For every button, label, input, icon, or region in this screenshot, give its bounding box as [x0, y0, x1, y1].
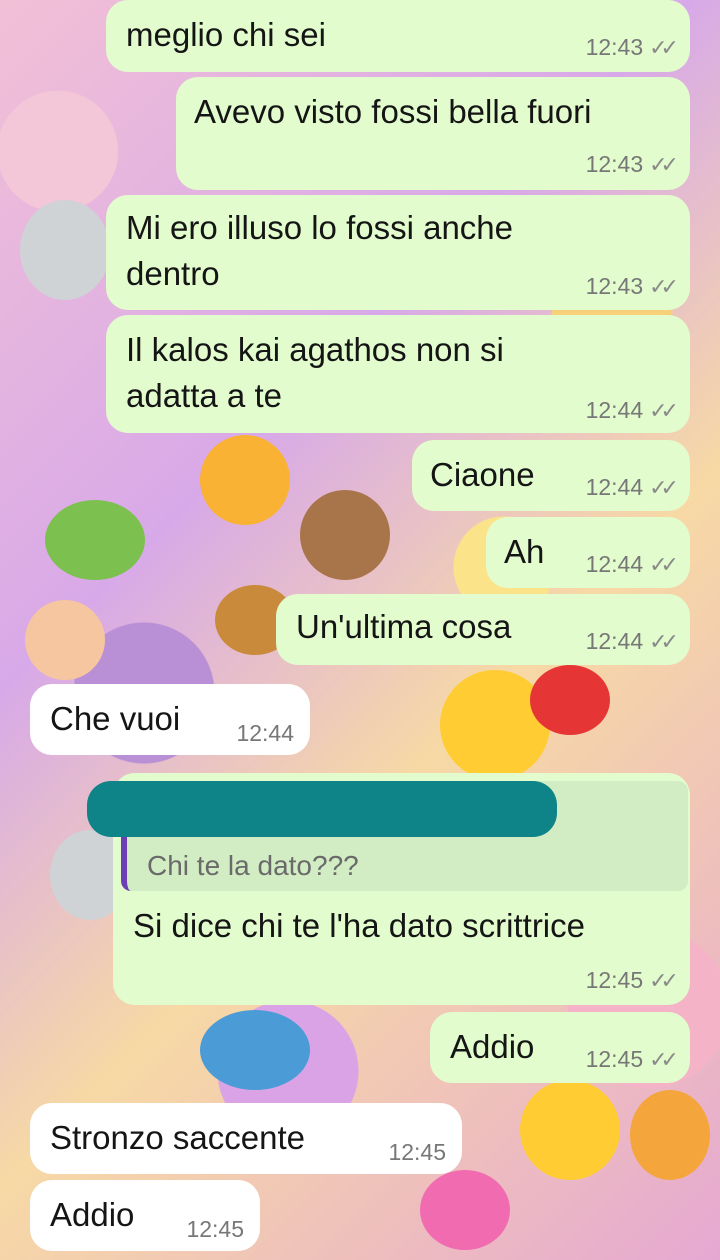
- read-ticks-icon: ✓✓: [649, 629, 679, 654]
- message-text: Che vuoi: [50, 700, 181, 737]
- message-bubble-outgoing[interactable]: meglio chi sei 12:43 ✓✓: [106, 0, 690, 72]
- alien-emoji-icon: [20, 200, 110, 300]
- message-bubble-outgoing[interactable]: Addio 12:45 ✓✓: [430, 1012, 690, 1083]
- message-text: Un'ultima cosa: [296, 608, 512, 645]
- read-ticks-icon: ✓✓: [649, 552, 679, 577]
- message-bubble-outgoing[interactable]: Il kalos kai agathos non si adatta a te …: [106, 315, 690, 433]
- message-text: Mi ero illuso lo fossi anche dentro: [126, 209, 514, 292]
- message-text: Il kalos kai agathos non si adatta a te: [126, 331, 504, 414]
- girl-emoji-icon: [25, 600, 105, 680]
- message-time: 12:45 ✓✓: [585, 967, 679, 993]
- message-bubble-outgoing[interactable]: Ciaone 12:44 ✓✓: [412, 440, 690, 511]
- message-text: meglio chi sei: [126, 16, 326, 53]
- message-bubble-outgoing[interactable]: Mi ero illuso lo fossi anche dentro 12:4…: [106, 195, 690, 310]
- message-time: 12:44: [236, 720, 294, 746]
- read-ticks-icon: ✓✓: [649, 968, 679, 993]
- pizza-emoji-icon: [630, 1090, 710, 1180]
- message-time: 12:44 ✓✓: [585, 628, 679, 654]
- message-time: 12:45: [388, 1139, 446, 1165]
- read-ticks-icon: ✓✓: [649, 274, 679, 299]
- bow-emoji-icon: [420, 1170, 510, 1250]
- monkey-emoji-icon: [300, 490, 390, 580]
- frog-emoji-icon: [45, 500, 145, 580]
- quoted-text: Chi te la dato???: [147, 850, 359, 881]
- message-text: Si dice chi te l'ha dato scrittrice: [133, 907, 585, 944]
- read-ticks-icon: ✓✓: [649, 152, 679, 177]
- message-time: 12:44 ✓✓: [585, 397, 679, 423]
- message-bubble-incoming[interactable]: Stronzo saccente 12:45: [30, 1103, 462, 1174]
- read-ticks-icon: ✓✓: [649, 475, 679, 500]
- message-time: 12:45 ✓✓: [585, 1046, 679, 1072]
- quoted-message[interactable]: Chi te la dato???: [87, 781, 688, 891]
- message-text: Ah: [504, 533, 545, 570]
- message-time: 12:43 ✓✓: [585, 273, 679, 299]
- message-time: 12:44 ✓✓: [585, 474, 679, 500]
- read-ticks-icon: ✓✓: [649, 1047, 679, 1072]
- message-time: 12:43 ✓✓: [585, 34, 679, 60]
- message-bubble-outgoing[interactable]: Un'ultima cosa 12:44 ✓✓: [276, 594, 690, 665]
- message-text: Avevo visto fossi bella fuori: [194, 93, 592, 130]
- message-bubble-outgoing[interactable]: Avevo visto fossi bella fuori 12:43 ✓✓: [176, 77, 690, 190]
- message-text: Ciaone: [430, 456, 535, 493]
- message-text: Stronzo saccente: [50, 1119, 305, 1156]
- smiley-emoji-icon: [520, 1080, 620, 1180]
- fire-emoji-icon: [200, 435, 290, 525]
- message-time: 12:45: [186, 1216, 244, 1242]
- message-text: Addio: [50, 1196, 135, 1233]
- heart-emoji-icon: [530, 665, 610, 735]
- message-time: 12:43 ✓✓: [585, 151, 679, 177]
- message-bubble-outgoing[interactable]: Chi te la dato??? Si dice chi te l'ha da…: [87, 773, 690, 1005]
- read-ticks-icon: ✓✓: [649, 398, 679, 423]
- message-text: Addio: [450, 1028, 535, 1065]
- message-bubble-incoming[interactable]: Addio 12:45: [30, 1180, 260, 1251]
- dolphin-emoji-icon: [200, 1010, 310, 1090]
- read-ticks-icon: ✓✓: [649, 35, 679, 60]
- message-time: 12:44 ✓✓: [585, 551, 679, 577]
- message-bubble-incoming[interactable]: Che vuoi 12:44: [30, 684, 310, 755]
- redacted-sender-name: [87, 781, 557, 837]
- message-bubble-outgoing[interactable]: Ah 12:44 ✓✓: [486, 517, 690, 588]
